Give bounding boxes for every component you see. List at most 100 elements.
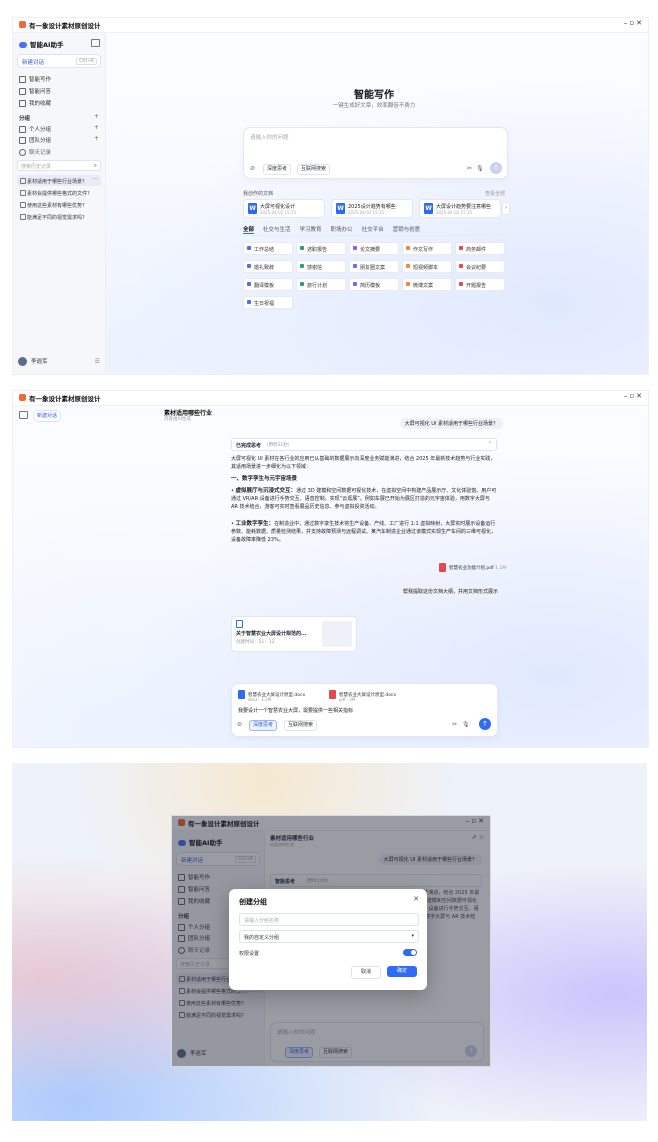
microphone-icon[interactable]: 🎙 xyxy=(462,721,470,728)
template-card[interactable]: 作文写作 xyxy=(402,242,452,255)
history-item[interactable]: 能满足不同的视觉需求吗？ xyxy=(17,211,101,222)
confirm-button[interactable]: 确定 xyxy=(387,966,417,977)
recent-doc-card[interactable]: W 大屏可视化设计 2025-04-02 15:15 xyxy=(243,199,325,218)
sidebar-item-favorites[interactable]: 我的收藏 xyxy=(19,99,51,107)
new-chat-button[interactable]: 新建对话 xyxy=(33,410,62,422)
expand-sidebar-icon[interactable] xyxy=(19,411,28,419)
scissors-icon[interactable]: ✂ xyxy=(467,165,472,172)
template-icon xyxy=(300,246,304,250)
history-item[interactable]: 素材适用于哪些行业场景？ ··· xyxy=(17,175,101,186)
doc-name: 大屏设计趋势要注意哪些 xyxy=(436,204,492,210)
web-search-toggle[interactable]: 互联网搜索 xyxy=(284,720,318,731)
user-profile[interactable]: 李逍军 xyxy=(18,357,48,366)
history-label: 能满足不同的视觉需求吗？ xyxy=(27,215,88,221)
template-label: 述职报告 xyxy=(307,246,328,253)
background xyxy=(13,18,648,374)
permission-toggle[interactable] xyxy=(403,949,417,956)
template-label: 微博文案 xyxy=(413,282,434,289)
template-icon xyxy=(353,246,357,250)
app-title: 有一象设计素材原创设计 xyxy=(29,22,101,30)
web-search-toggle[interactable]: 互联网搜索 xyxy=(297,164,331,175)
template-label: 简历模板 xyxy=(360,282,381,289)
send-button[interactable]: ↑ xyxy=(490,162,502,174)
history-item[interactable]: 素材会提供哪些格式的文件？ xyxy=(17,187,101,198)
template-label: 会议纪要 xyxy=(466,264,487,271)
uploaded-pdf[interactable]: 智慧农业功能介绍.pdf 1.1M xyxy=(439,563,506,572)
template-card[interactable]: 旅行计划 xyxy=(296,278,346,291)
window-controls[interactable]: –▫✕ xyxy=(624,19,644,27)
template-card[interactable]: 短视频脚本 xyxy=(402,260,452,273)
template-card[interactable]: 商务邮件 xyxy=(455,242,505,255)
deep-think-toggle[interactable]: 深度思考 xyxy=(263,164,292,175)
cancel-button[interactable]: 取消 xyxy=(351,966,381,979)
tab-education[interactable]: 学习教育 xyxy=(300,227,322,233)
scissors-icon[interactable]: ✂ xyxy=(452,721,457,728)
sidebar-item-writing[interactable]: 智能写作 xyxy=(19,75,51,83)
close-icon[interactable]: ✕ xyxy=(413,895,419,903)
template-card[interactable]: 工作总结 xyxy=(243,242,293,255)
nav-label: 智能写作 xyxy=(29,77,52,83)
page-subtitle: 一键生成好文章，效率翻倍不费力 xyxy=(332,103,416,109)
deep-think-toggle[interactable]: 深度思考 xyxy=(249,720,278,731)
template-label: 翻译模板 xyxy=(254,282,275,289)
tab-office[interactable]: 职场办公 xyxy=(331,227,353,233)
template-card[interactable]: 述职报告 xyxy=(296,242,346,255)
add-group-icon[interactable]: + xyxy=(94,113,99,120)
menu-icon[interactable]: ☰ xyxy=(95,358,100,365)
user-name: 李逍军 xyxy=(31,359,48,365)
new-chat-button[interactable]: 新建对话 Ctrl+K xyxy=(17,54,101,68)
view-all-link[interactable]: 查看全部 xyxy=(485,190,505,197)
chat-icon xyxy=(20,213,26,220)
collapse-icon[interactable]: ⌃ xyxy=(488,441,492,447)
thinking-panel[interactable]: 已完成思考 （用时21秒） ⌃ xyxy=(231,438,497,451)
chat-input[interactable]: 智慧农业大屏设计原型.docx docx · 1.2M 智慧农业大屏设计原型.d… xyxy=(231,683,498,737)
shortcut-badge: Ctrl+K xyxy=(76,57,97,65)
template-card[interactable]: 简历模板 xyxy=(349,278,399,291)
tab-social-life[interactable]: 社交与生活 xyxy=(263,227,291,233)
history-item[interactable]: 使用这些素材有哪些优势？ xyxy=(17,199,101,210)
attach-icon[interactable]: ⊘ xyxy=(250,165,255,172)
chip-label: 互联网搜索 xyxy=(288,722,314,728)
template-label: 工作总结 xyxy=(254,246,275,253)
template-card[interactable]: 论文摘要 xyxy=(349,242,399,255)
template-icon xyxy=(459,246,463,250)
nav-label: 我的收藏 xyxy=(29,101,52,107)
doc-name: 大屏可视化设计 xyxy=(260,204,296,210)
expand-group-icon[interactable]: + xyxy=(94,124,99,131)
collapse-sidebar-icon[interactable] xyxy=(91,39,100,47)
template-card[interactable]: 婚礼致辞 xyxy=(243,260,293,273)
recent-doc-card[interactable]: W 2025设计趋势有哪些 2025-04-02 15:15 xyxy=(331,199,413,218)
template-card[interactable]: 开题报告 xyxy=(455,278,505,291)
template-card[interactable]: 翻译模板 xyxy=(243,278,293,291)
template-icon xyxy=(300,264,304,268)
tab-marketing[interactable]: 营销与创意 xyxy=(393,227,421,233)
app-window: 有一象设计素材原创设计 –▫✕ 智能AI助手 新建对话 Ctrl+K 智能写作 智… xyxy=(171,815,491,1067)
attach-icon[interactable]: ⊘ xyxy=(237,721,242,728)
template-label: 作文写作 xyxy=(413,246,434,253)
tab-all[interactable]: 全部 xyxy=(243,227,255,234)
sidebar-item-qa[interactable]: 智能问答 xyxy=(19,87,51,95)
recent-doc-card[interactable]: W 大屏设计趋势要注意哪些 2025-04-02 15:15 xyxy=(419,199,501,218)
more-icon[interactable]: ··· xyxy=(92,176,98,183)
window-controls[interactable]: –▫✕ xyxy=(624,392,644,400)
generated-doc-card[interactable]: 关于智慧农业大屏设计规范的... 创建时间：11：12 xyxy=(231,616,357,652)
template-card[interactable]: 生日祝福 xyxy=(243,296,293,309)
history-search-input[interactable]: 搜索历史记录 ⌕ xyxy=(17,160,101,171)
chevron-right-icon[interactable]: › xyxy=(502,202,510,215)
template-card[interactable]: 朋友圈文案 xyxy=(349,260,399,273)
microphone-icon[interactable]: 🎙 xyxy=(476,165,484,172)
template-card[interactable]: 微博文案 xyxy=(402,278,452,291)
new-chat-label: 新建对话 xyxy=(22,60,45,66)
prompt-input[interactable]: 请输入你的问题 ⊘ 深度思考 互联网搜索 ✂ 🎙 ↑ xyxy=(243,127,508,179)
sidebar-item-team-group[interactable]: 团队分组 xyxy=(19,136,51,144)
template-card[interactable]: 会议纪要 xyxy=(455,260,505,273)
group-header: 分组 xyxy=(19,116,31,122)
sidebar-item-personal-group[interactable]: 个人分组 xyxy=(19,125,51,133)
expand-group-icon[interactable]: + xyxy=(94,135,99,142)
group-name-input[interactable]: 请输入分组名称 xyxy=(239,913,419,926)
send-button[interactable]: ↑ xyxy=(479,718,491,730)
template-card[interactable]: 感谢信 xyxy=(296,260,346,273)
tab-social-platform[interactable]: 社交平台 xyxy=(362,227,384,233)
word-doc-icon: W xyxy=(424,203,433,214)
group-type-select[interactable]: 我的自定义分组 ▾ xyxy=(239,930,419,943)
